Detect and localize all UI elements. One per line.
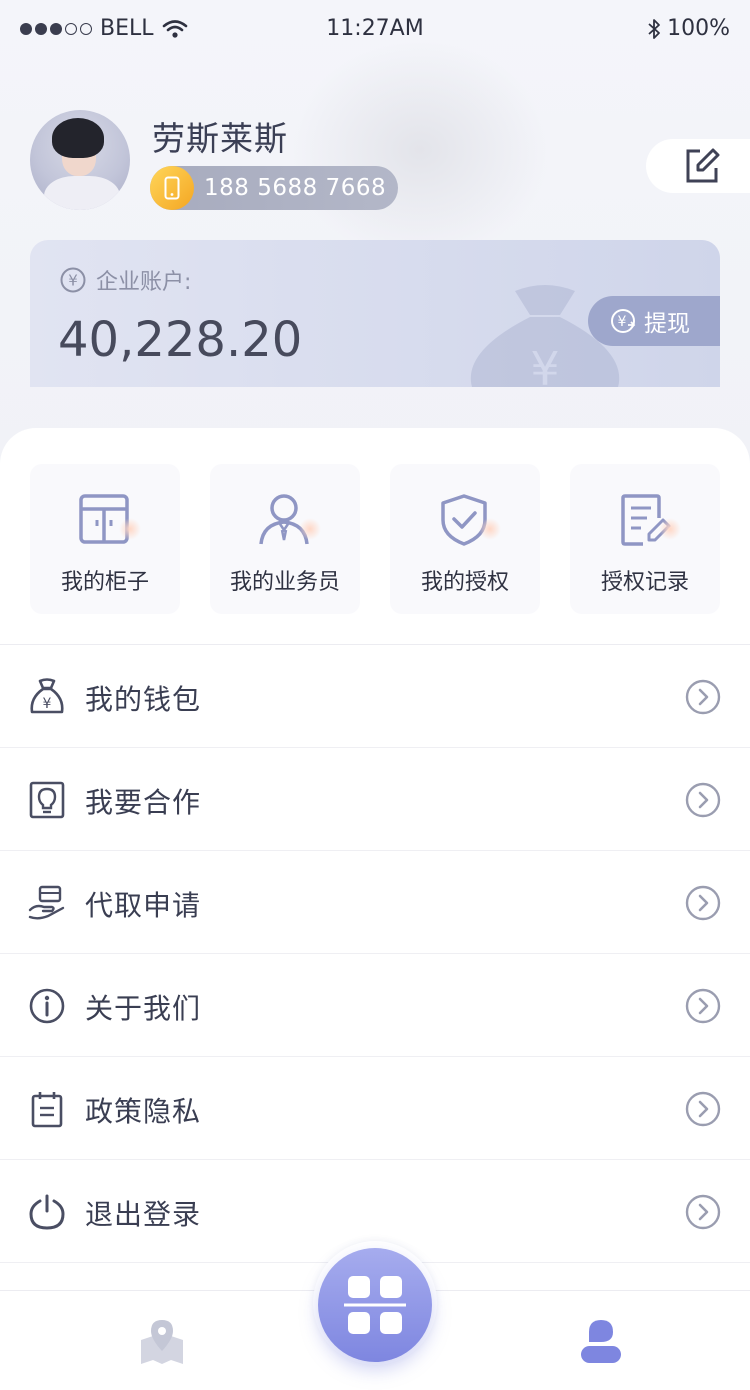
withdraw-yen-icon: ¥: [611, 309, 636, 333]
menu-item-label: 政策隐私: [85, 1095, 202, 1128]
avatar-shirt: [44, 176, 120, 210]
shield-check-icon: [435, 492, 501, 548]
cabinet-icon: [75, 492, 141, 548]
bluetooth-icon: [648, 18, 660, 39]
quick-action-label: 我的业务员: [229, 570, 340, 595]
menu-item-privacy-policy[interactable]: 政策隐私: [0, 1057, 750, 1160]
chevron-right-icon: [685, 1194, 721, 1230]
user-name: 劳斯莱斯: [152, 119, 288, 158]
chevron-right-icon: [685, 782, 721, 818]
grid-icon: [344, 1276, 406, 1334]
info-icon: [29, 988, 65, 1024]
power-icon: [29, 1194, 65, 1230]
phone-number: 188 5688 7668: [204, 175, 387, 201]
quick-action-label: 我的授权: [420, 570, 509, 595]
quick-action-label: 我的柜子: [60, 570, 149, 595]
enterprise-account-card: ¥ ¥ 企业账户: 40,228.20 ¥ 提现: [30, 240, 720, 387]
user-icon: [581, 1320, 621, 1363]
status-time: 11:27AM: [326, 16, 424, 41]
tab-home-grid[interactable]: [318, 1248, 432, 1362]
menu-list: ¥ 我的钱包 我要合作 代取申请 关于我们 政策隐私 退出登录: [0, 645, 750, 1263]
hand-parcel-icon: [28, 885, 65, 920]
tab-profile[interactable]: [579, 1318, 623, 1368]
clipboard-icon: [31, 1092, 63, 1128]
avatar[interactable]: [30, 110, 130, 210]
chevron-right-icon: [685, 1091, 721, 1127]
withdraw-button[interactable]: ¥ 提现: [588, 296, 720, 346]
quick-action-my-authorization[interactable]: 我的授权: [390, 464, 540, 614]
menu-item-label: 我要合作: [85, 786, 202, 819]
battery-label: 100%: [667, 16, 730, 41]
menu-item-label: 我的钱包: [85, 683, 202, 716]
edit-profile-button[interactable]: [646, 139, 750, 193]
wallet-bag-icon: ¥: [30, 678, 64, 714]
status-right: 100%: [647, 16, 730, 41]
header-blur-decoration: [290, 40, 550, 260]
chevron-right-icon: [685, 885, 721, 921]
account-label-row: ¥ 企业账户:: [60, 264, 191, 296]
icon-glow: [299, 518, 321, 540]
menu-item-label: 退出登录: [85, 1198, 202, 1231]
salesperson-icon: [255, 492, 321, 548]
icon-glow: [479, 518, 501, 540]
status-bar: BELL 11:27AM 100%: [0, 0, 750, 58]
icon-glow: [659, 518, 681, 540]
svg-text:¥: ¥: [43, 696, 52, 712]
svg-text:¥: ¥: [68, 272, 78, 290]
phone-icon: [150, 166, 194, 210]
mobile-phone-glyph: [164, 176, 180, 200]
lightbulb-icon: [29, 781, 65, 819]
account-balance: 40,228.20: [58, 312, 303, 368]
edit-icon: [686, 148, 720, 183]
header-background: [0, 0, 750, 470]
quick-action-authorization-records[interactable]: 授权记录: [570, 464, 720, 614]
quick-action-my-salesperson[interactable]: 我的业务员: [210, 464, 360, 614]
chevron-right-icon: [685, 679, 721, 715]
withdraw-label: 提现: [644, 311, 690, 337]
svg-text:¥: ¥: [618, 314, 627, 330]
icon-glow: [119, 518, 141, 540]
menu-item-about-us[interactable]: 关于我们: [0, 954, 750, 1057]
quick-action-my-cabinet[interactable]: 我的柜子: [30, 464, 180, 614]
menu-item-label: 代取申请: [85, 889, 202, 922]
yen-circle-icon: ¥: [60, 267, 86, 293]
menu-item-cooperation[interactable]: 我要合作: [0, 748, 750, 851]
menu-item-pickup-request[interactable]: 代取申请: [0, 851, 750, 954]
tab-map[interactable]: [139, 1318, 185, 1370]
quick-actions-grid: 我的柜子 我的业务员 我的授权 授权记录: [30, 464, 720, 614]
avatar-hair: [52, 118, 104, 158]
record-edit-icon: [615, 492, 681, 548]
menu-item-label: 关于我们: [85, 992, 202, 1025]
map-pin-icon: [141, 1320, 183, 1364]
svg-text:¥: ¥: [530, 342, 559, 387]
menu-item-my-wallet[interactable]: ¥ 我的钱包: [0, 645, 750, 748]
phone-badge: 188 5688 7668: [150, 166, 398, 210]
account-label: 企业账户:: [96, 270, 192, 295]
chevron-right-icon: [685, 988, 721, 1024]
quick-action-label: 授权记录: [600, 570, 689, 595]
